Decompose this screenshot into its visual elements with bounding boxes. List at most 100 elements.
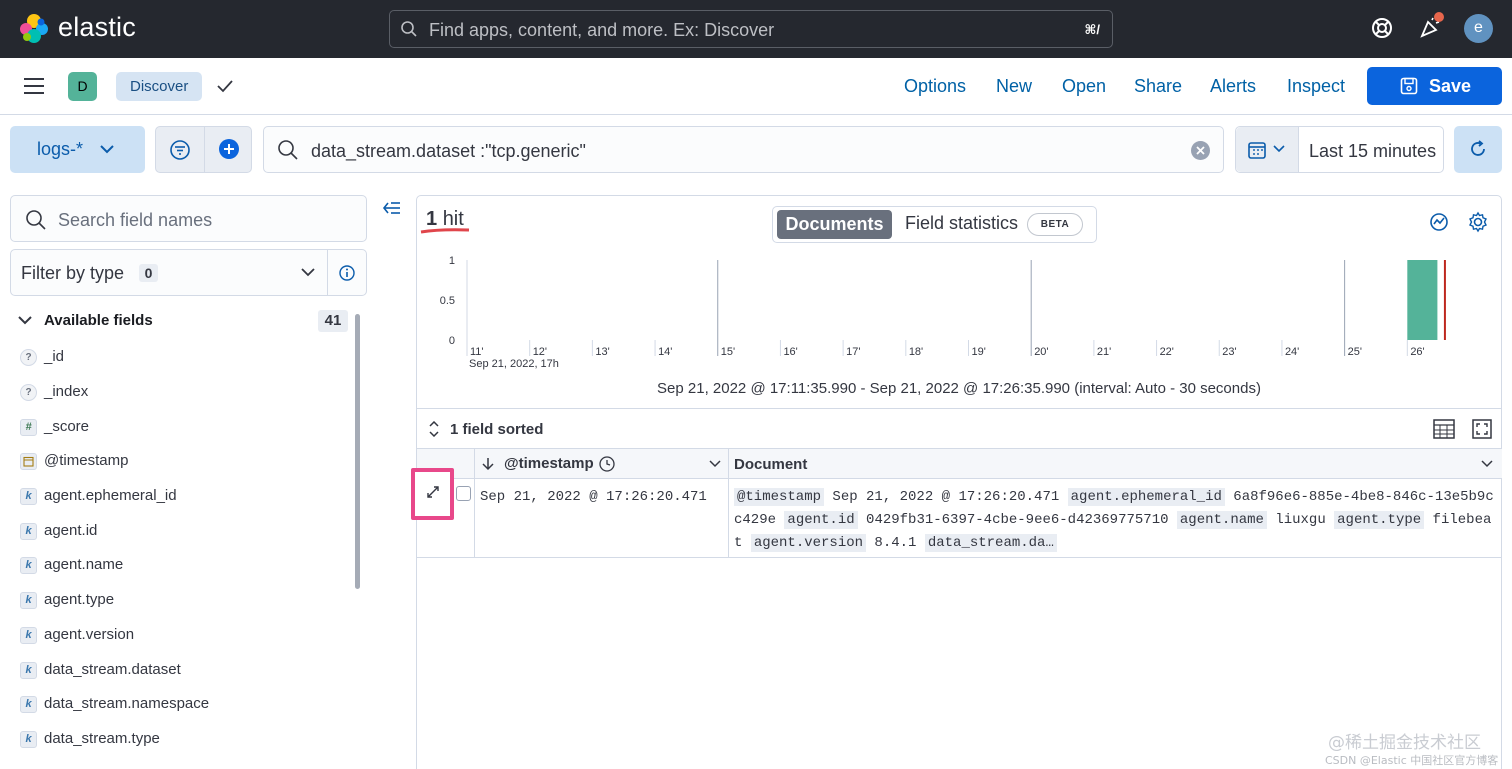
view-mode-toggle: Documents Field statistics BETA <box>772 206 1097 243</box>
number-type-icon: # <box>20 419 37 436</box>
alerts-link[interactable]: Alerts <box>1210 76 1256 97</box>
field-item[interactable]: k data_stream.dataset <box>20 660 340 682</box>
keyword-type-icon: k <box>20 662 37 679</box>
field-name: _id <box>44 348 65 365</box>
document-field-value: liuxgu <box>1266 512 1335 528</box>
field-list-scrollbar[interactable] <box>355 314 360 589</box>
app-toolbar: D Discover Options New Open Share Alerts… <box>0 58 1512 115</box>
available-fields-header[interactable]: Available fields 41 <box>14 310 348 332</box>
user-avatar[interactable]: e <box>1464 14 1493 43</box>
field-item[interactable]: ? _index <box>20 382 340 404</box>
options-link[interactable]: Options <box>904 76 966 97</box>
quick-select-button[interactable] <box>1236 127 1299 172</box>
help-icon[interactable] <box>1370 16 1394 40</box>
notification-dot <box>1434 12 1444 22</box>
document-field-value: 0429fb31-6397-4cbe-9ee6-d42369775710 <box>857 512 1177 528</box>
fullscreen-icon[interactable] <box>1472 419 1492 439</box>
field-name: agent.ephemeral_id <box>44 487 177 504</box>
beta-badge: BETA <box>1027 213 1083 236</box>
refresh-button[interactable] <box>1454 126 1502 173</box>
field-name: data_stream.type <box>44 730 160 747</box>
save-button[interactable]: Save <box>1367 67 1502 105</box>
gear-icon[interactable] <box>1467 211 1489 233</box>
x-tick-label: 24' <box>1285 346 1299 358</box>
field-item[interactable]: k data_stream.type <box>20 729 340 751</box>
field-item[interactable]: k agent.id <box>20 521 340 543</box>
refresh-icon <box>1471 140 1485 156</box>
document-field-key: @timestamp <box>734 488 825 506</box>
field-name: _score <box>44 418 90 435</box>
field-info-button[interactable] <box>328 249 367 296</box>
field-item[interactable]: k agent.name <box>20 555 340 577</box>
date-picker[interactable]: Last 15 minutes <box>1235 126 1444 173</box>
field-item[interactable]: k agent.version <box>20 625 340 647</box>
data-view-picker[interactable]: logs-* <box>10 126 145 173</box>
document-field-key: agent.ephemeral_id <box>1067 488 1225 506</box>
x-tick-label: 25' <box>1348 346 1362 358</box>
elastic-logo-icon[interactable] <box>18 12 50 44</box>
expand-document-button[interactable] <box>411 468 454 520</box>
field-name: data_stream.namespace <box>44 695 210 712</box>
filter-menu-icon[interactable] <box>169 139 191 161</box>
field-item[interactable]: k agent.ephemeral_id <box>20 486 340 508</box>
field-name: @timestamp <box>44 452 129 469</box>
field-name: agent.version <box>44 626 135 643</box>
watermark-primary: @稀土掘金技术社区 <box>1328 733 1481 753</box>
sort-icon[interactable] <box>428 421 440 437</box>
y-tick-label: 0 <box>449 335 455 347</box>
unknown-type-icon: ? <box>20 349 37 366</box>
filter-buttons <box>155 126 252 173</box>
filter-by-type-button[interactable]: Filter by type 0 <box>10 249 328 296</box>
chevron-down-icon[interactable] <box>709 460 721 468</box>
sorted-fields-label[interactable]: 1 field sorted <box>450 421 543 438</box>
tab-documents[interactable]: Documents <box>777 210 892 239</box>
column-header-timestamp[interactable]: @timestamp <box>504 455 594 472</box>
chevron-down-icon <box>301 268 315 277</box>
add-filter-icon[interactable] <box>218 138 240 160</box>
x-tick-label: 15' <box>721 346 735 358</box>
global-search-input[interactable]: Find apps, content, and more. Ex: Discov… <box>389 10 1113 48</box>
new-link[interactable]: New <box>996 76 1032 97</box>
save-label: Save <box>1429 76 1472 96</box>
field-item[interactable]: # _score <box>20 417 340 439</box>
open-link[interactable]: Open <box>1062 76 1106 97</box>
field-name: _index <box>44 383 89 400</box>
hit-count-number: 1 <box>426 208 438 230</box>
field-item[interactable]: k agent.type <box>20 590 340 612</box>
chevron-down-icon[interactable] <box>1481 460 1493 468</box>
document-field-key: agent.type <box>1334 511 1425 529</box>
x-tick-label: 16' <box>783 346 797 358</box>
document-field-value: 8.4.1 <box>866 535 925 551</box>
column-header-document[interactable]: Document <box>734 456 807 473</box>
breadcrumb-discover[interactable]: Discover <box>116 72 203 101</box>
sort-descending-icon[interactable] <box>481 457 495 471</box>
field-search-input[interactable]: Search field names <box>10 195 367 242</box>
menu-toggle-icon[interactable] <box>24 78 44 94</box>
row-select-checkbox[interactable] <box>456 486 471 501</box>
document-field-value: Sep 21, 2022 @ 17:26:20.471 <box>824 489 1068 505</box>
search-icon <box>26 210 46 230</box>
check-icon[interactable] <box>216 78 234 94</box>
share-link[interactable]: Share <box>1134 76 1182 97</box>
watermark-secondary: CSDN @Elastic 中国社区官方博客 <box>1325 754 1499 767</box>
collapse-sidebar-icon[interactable] <box>382 200 402 216</box>
query-input[interactable]: data_stream.dataset :"tcp.generic" <box>263 126 1224 173</box>
chevron-down-icon <box>100 145 114 154</box>
clear-query-icon[interactable] <box>1191 141 1210 160</box>
histogram-chart[interactable]: 0 0.5 1 11' 12' 13' 14' 15' 16' 17' 18' 19' 20' 21' 22… <box>425 246 1495 376</box>
chart-options-icon[interactable] <box>1428 211 1450 233</box>
document-field-key: agent.name <box>1176 511 1267 529</box>
field-item[interactable]: ? _id <box>20 347 340 369</box>
unknown-type-icon: ? <box>20 384 37 401</box>
keyword-type-icon: k <box>20 557 37 574</box>
document-field-key: agent.version <box>750 534 867 552</box>
field-item[interactable]: @timestamp <box>20 451 340 473</box>
expand-icon <box>427 486 439 498</box>
inspect-link[interactable]: Inspect <box>1287 76 1345 97</box>
field-item[interactable]: k data_stream.namespace <box>20 694 340 716</box>
display-options-icon[interactable] <box>1433 419 1455 439</box>
tab-field-statistics[interactable]: Field statistics <box>905 213 1018 234</box>
global-search-placeholder: Find apps, content, and more. Ex: Discov… <box>429 20 775 40</box>
brand-name: elastic <box>58 12 136 42</box>
histogram-bar[interactable] <box>1407 260 1438 340</box>
